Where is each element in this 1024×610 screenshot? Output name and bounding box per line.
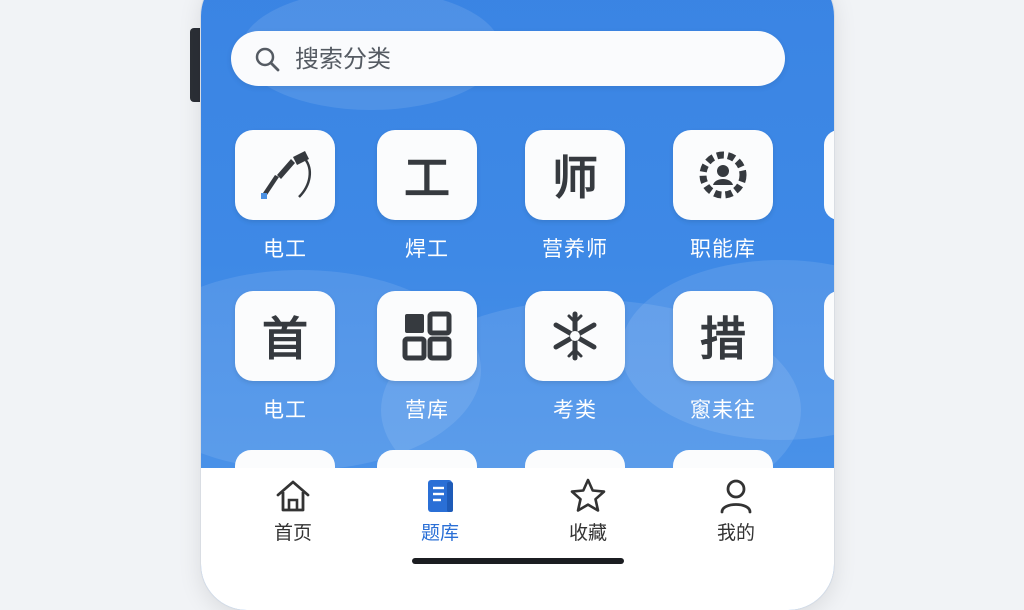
category-label: 电工: [263, 398, 307, 422]
phone-side-button: [190, 28, 200, 102]
tab-favorites[interactable]: 收藏: [533, 476, 643, 545]
category-tile-electrician[interactable]: [235, 130, 335, 220]
category-tile-measures[interactable]: 措: [673, 291, 773, 381]
gear-user-icon: [699, 151, 747, 199]
tab-profile[interactable]: 我的: [681, 476, 791, 545]
tab-home[interactable]: 首页: [238, 476, 348, 545]
snowflake-icon: [553, 311, 597, 361]
tile-glyph: 工: [404, 151, 450, 205]
home-icon: [276, 480, 310, 512]
tab-label: 我的: [716, 522, 755, 544]
search-input[interactable]: [293, 43, 737, 74]
category-label: 考类: [553, 398, 597, 422]
category-tile-electrician-2[interactable]: 首: [235, 291, 335, 381]
tab-label: 题库: [420, 522, 459, 544]
category-label: 焊工: [405, 237, 449, 261]
tile-glyph: 措: [700, 312, 746, 366]
search-icon: [255, 47, 280, 71]
category-label: 职能库: [690, 237, 756, 261]
grid-icon: [402, 311, 452, 361]
category-tile-partial[interactable]: [824, 291, 834, 381]
home-indicator[interactable]: [412, 558, 624, 564]
tab-question-bank[interactable]: 题库: [385, 476, 495, 545]
search-bar[interactable]: [231, 31, 785, 86]
welding-torch-icon: [261, 151, 312, 199]
category-tile-partial[interactable]: [824, 130, 834, 220]
book-icon: [428, 480, 453, 512]
category-label: 电工: [263, 237, 307, 261]
tile-glyph: 师: [552, 151, 598, 205]
tile-glyph: 首: [262, 312, 308, 366]
category-tile-camp-library[interactable]: [377, 291, 477, 381]
phone-screen: 工 师 电工 焊工 营养师 职能库 首: [201, 0, 834, 610]
category-label: 营养师: [542, 237, 608, 261]
category-tile-exam-types[interactable]: [525, 291, 625, 381]
bottom-tab-bar: 首页 题库 收藏 我的: [201, 468, 834, 610]
category-label: 窻耒往: [690, 398, 756, 422]
user-icon: [720, 479, 752, 514]
category-tile-welder[interactable]: 工: [377, 130, 477, 220]
category-tile-skills-library[interactable]: [673, 130, 773, 220]
category-label: 营库: [405, 398, 449, 422]
tab-label: 收藏: [568, 522, 607, 544]
category-tile-nutritionist[interactable]: 师: [525, 130, 625, 220]
tab-label: 首页: [273, 522, 312, 544]
star-icon: [570, 478, 606, 512]
